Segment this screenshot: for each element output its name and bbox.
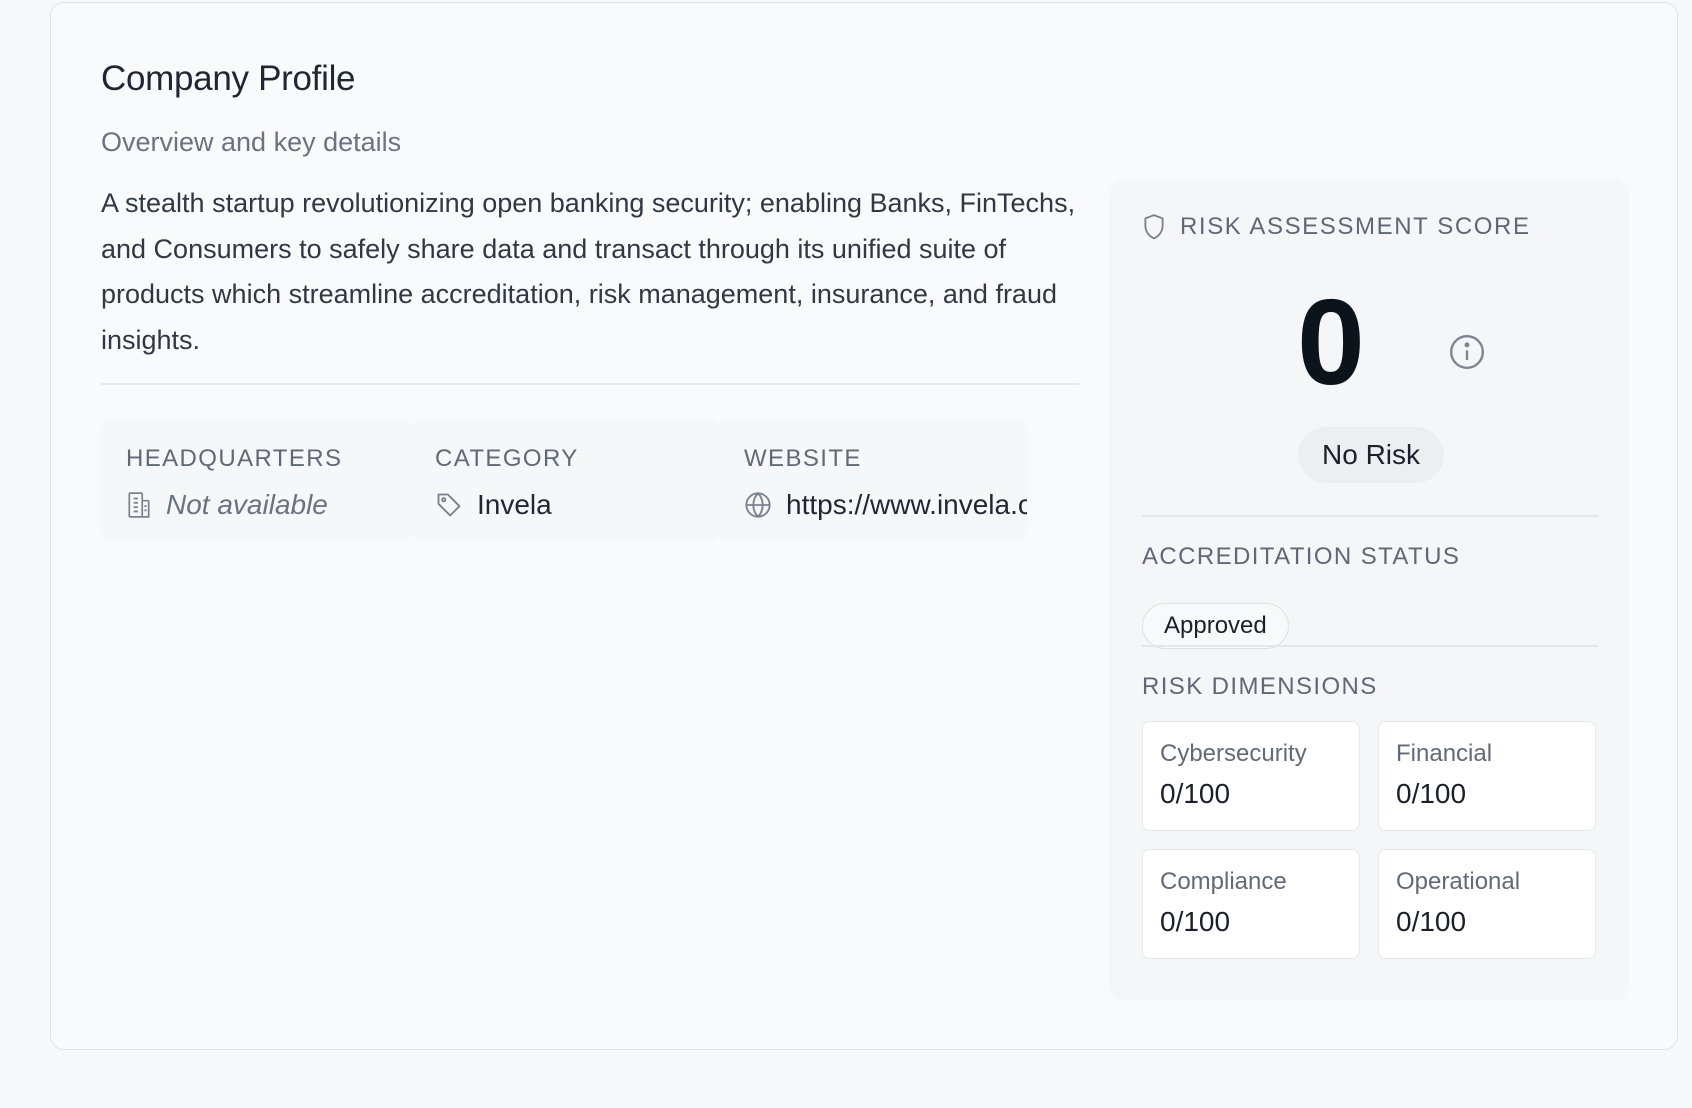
risk-header: RISK ASSESSMENT SCORE <box>1142 213 1531 241</box>
dimension-score: 0/100 <box>1160 906 1231 937</box>
globe-icon <box>745 492 771 518</box>
headquarters-box: HEADQUARTERS Not available <box>101 419 411 541</box>
page-subtitle: Overview and key details <box>101 127 402 157</box>
divider <box>1142 515 1598 517</box>
dimension-score: 0/100 <box>1396 778 1467 809</box>
dimension-card-operational: Operational 0/100 <box>1378 849 1596 959</box>
tag-icon <box>437 493 461 517</box>
divider <box>101 383 1079 385</box>
website-link[interactable]: https://www.invela.com <box>786 489 1027 521</box>
headquarters-value: Not available <box>166 489 328 520</box>
risk-level-badge: No Risk <box>1298 427 1445 483</box>
building-icon <box>128 492 150 518</box>
shield-icon <box>1144 214 1164 240</box>
risk-dimensions-label: RISK DIMENSIONS <box>1142 673 1378 700</box>
divider <box>1142 645 1598 647</box>
dimension-name: Cybersecurity <box>1160 740 1307 767</box>
company-profile-card: Company Profile Overview and key details… <box>50 2 1678 1050</box>
website-box: WEBSITE https://www.invela.com <box>719 419 1027 541</box>
website-value-row: https://www.invela.com <box>744 489 1027 521</box>
headquarters-label: HEADQUARTERS <box>126 445 343 472</box>
info-icon[interactable] <box>1448 333 1486 371</box>
website-label: WEBSITE <box>744 445 862 472</box>
risk-score-value: 0 <box>1297 274 1365 410</box>
dimension-score: 0/100 <box>1160 778 1231 809</box>
dimension-card-compliance: Compliance 0/100 <box>1142 849 1360 959</box>
category-label: CATEGORY <box>435 445 579 472</box>
dimension-card-financial: Financial 0/100 <box>1378 721 1596 831</box>
dimension-card-cybersecurity: Cybersecurity 0/100 <box>1142 721 1360 831</box>
category-box: CATEGORY Invela <box>410 419 720 541</box>
page-title: Company Profile <box>101 59 356 98</box>
accreditation-label: ACCREDITATION STATUS <box>1142 543 1461 570</box>
category-value-row: Invela <box>435 489 720 521</box>
risk-header-label: RISK ASSESSMENT SCORE <box>1180 213 1531 240</box>
dimension-name: Financial <box>1396 740 1493 767</box>
risk-score: 0 <box>1109 277 1629 407</box>
dimension-score: 0/100 <box>1396 906 1467 937</box>
accreditation-status-badge: Approved <box>1142 603 1289 649</box>
dimension-name: Operational <box>1396 868 1521 895</box>
dimension-name: Compliance <box>1160 868 1287 895</box>
company-description: A stealth startup revolutionizing open b… <box>101 188 1076 355</box>
headquarters-value-row: Not available <box>126 489 411 521</box>
risk-assessment-panel: RISK ASSESSMENT SCORE 0 No Risk ACCREDIT… <box>1109 179 1629 1001</box>
category-value: Invela <box>477 489 552 520</box>
